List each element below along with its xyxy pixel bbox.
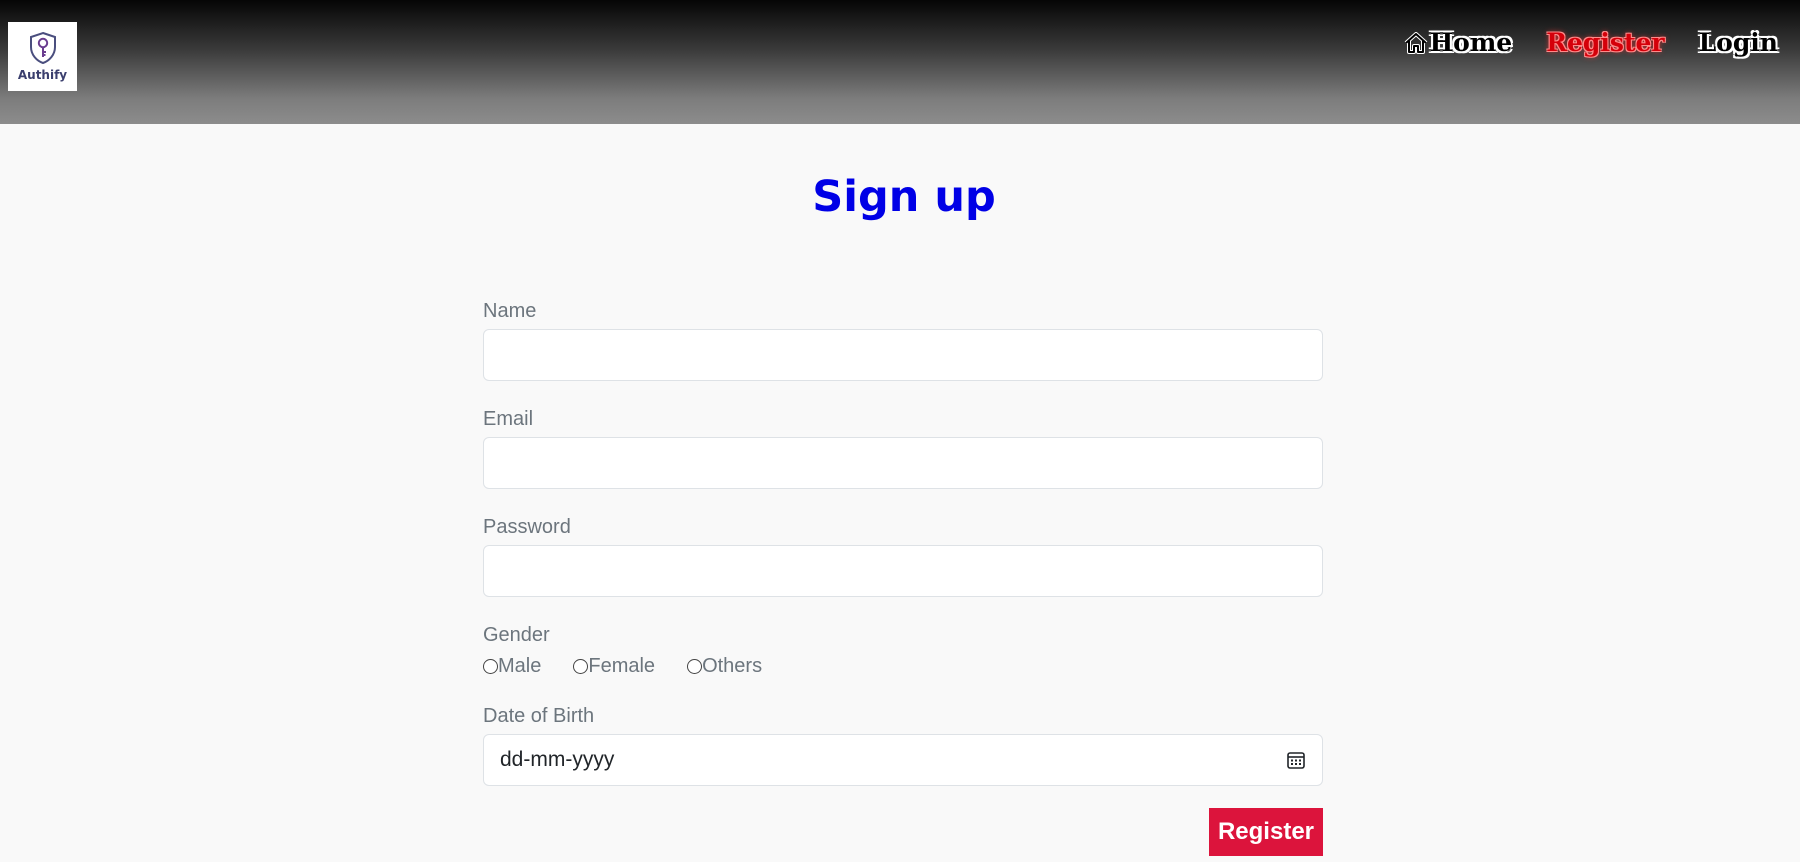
radio-circle-icon[interactable]: [483, 659, 498, 674]
home-icon: [1404, 31, 1427, 54]
gender-option-label: Male: [498, 655, 542, 677]
nav-register-link[interactable]: Register: [1546, 28, 1664, 57]
gender-radio-others[interactable]: Others: [687, 655, 762, 678]
gender-option-label: Others: [702, 655, 763, 677]
signup-form: Name Email Password Gender Male Female O…: [483, 300, 1323, 856]
radio-circle-icon[interactable]: [687, 659, 703, 674]
dob-placeholder: dd-mm-yyyy: [500, 748, 615, 771]
dob-input[interactable]: dd-mm-yyyy: [483, 734, 1323, 786]
brand-logo[interactable]: Authify: [8, 22, 77, 91]
dob-group: Date of Birth dd-mm-yyyy: [483, 705, 1323, 786]
gender-options: Male Female Others: [483, 655, 1323, 678]
gender-option-label: Female: [588, 655, 656, 677]
page-title: Sign up: [812, 172, 996, 222]
key-shield-icon: [29, 31, 56, 65]
password-label: Password: [483, 516, 571, 538]
radio-circle-icon[interactable]: [573, 659, 589, 674]
nav-home-link[interactable]: Home: [1404, 28, 1513, 57]
dob-label: Date of Birth: [483, 705, 595, 727]
calendar-icon[interactable]: [1286, 750, 1306, 770]
nav-login-label: Login: [1698, 28, 1778, 57]
name-label: Name: [483, 300, 537, 322]
nav-home-label: Home: [1429, 28, 1513, 57]
password-input[interactable]: [483, 545, 1323, 597]
brand-name: Authify: [17, 68, 68, 82]
name-input[interactable]: [483, 329, 1323, 381]
gender-label: Gender: [483, 624, 550, 646]
nav-login-link[interactable]: Login: [1699, 28, 1778, 57]
email-group: Email: [483, 408, 1323, 489]
submit-row: Register: [483, 808, 1323, 856]
email-input[interactable]: [483, 437, 1323, 489]
register-button[interactable]: Register: [1209, 808, 1323, 856]
email-label: Email: [483, 408, 534, 430]
gender-group: Gender Male Female Others: [483, 624, 1323, 678]
top-header: Authify Home Register Login: [0, 0, 1800, 124]
password-group: Password: [483, 516, 1323, 597]
main-nav: Home Register Login: [1370, 28, 1778, 57]
gender-radio-female[interactable]: Female: [573, 655, 655, 678]
gender-radio-male[interactable]: Male: [483, 655, 541, 678]
nav-register-label: Register: [1546, 28, 1665, 57]
name-group: Name: [483, 300, 1323, 381]
